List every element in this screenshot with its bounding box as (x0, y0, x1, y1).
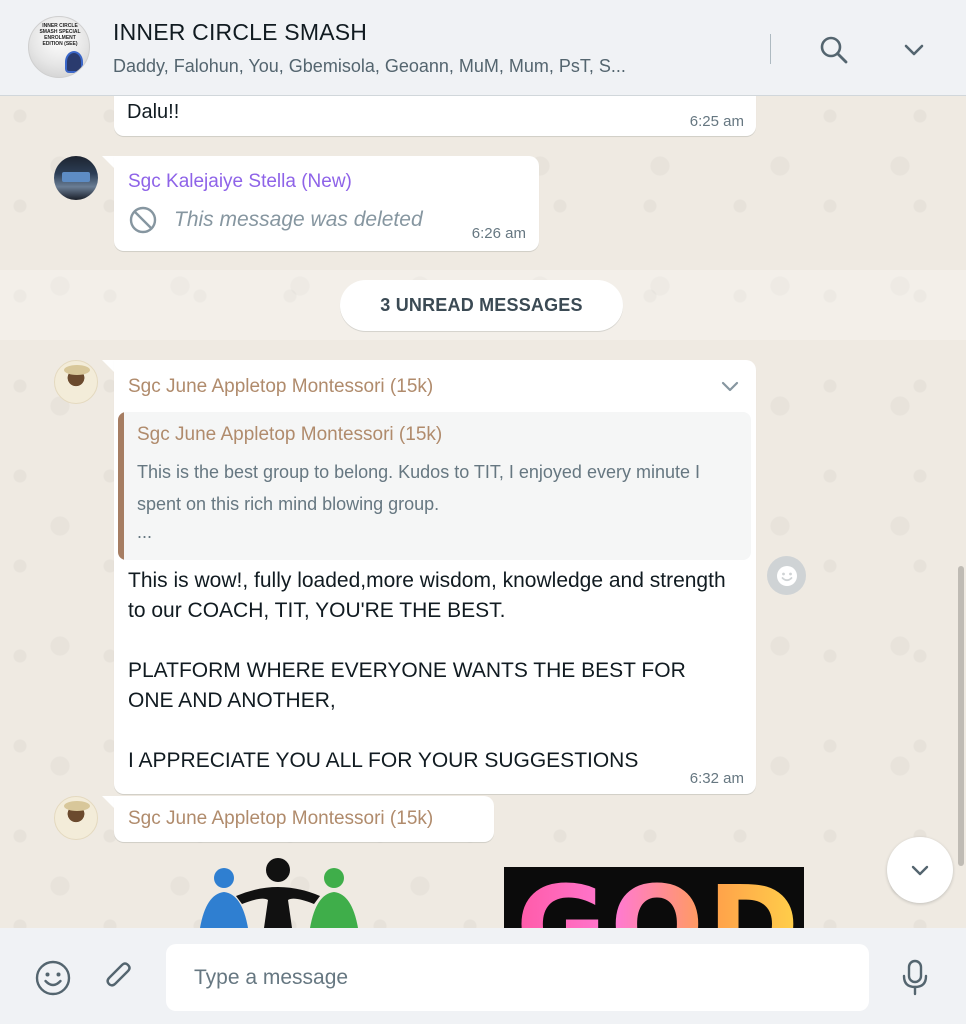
react-emoji-button[interactable] (767, 556, 806, 595)
sender-name[interactable]: Sgc Kalejaiye Stella (New) (128, 171, 352, 193)
quoted-ellipsis: ... (137, 522, 153, 542)
quoted-sender: Sgc June Appletop Montessori (15k) (137, 424, 443, 445)
search-icon[interactable] (818, 34, 850, 66)
quoted-message[interactable]: Sgc June Appletop Montessori (15k) This … (118, 412, 751, 560)
chevron-down-icon (911, 865, 929, 876)
image-thumbnail[interactable]: GOD (504, 867, 804, 928)
message-bubble[interactable]: Sgc June Appletop Montessori (15k) (114, 796, 494, 842)
deleted-message: This message was deleted (128, 205, 423, 235)
image-thumbnail[interactable] (196, 856, 360, 928)
sender-name[interactable]: Sgc June Appletop Montessori (15k) (128, 376, 433, 398)
sender-avatar[interactable] (54, 796, 98, 840)
deleted-text: This message was deleted (174, 208, 423, 231)
sender-avatar[interactable] (54, 156, 98, 200)
sender-avatar[interactable] (54, 360, 98, 404)
scrollbar[interactable] (958, 566, 964, 866)
microphone-icon[interactable] (898, 958, 932, 996)
quote-bar (118, 412, 124, 560)
chevron-down-icon[interactable] (900, 36, 928, 64)
blocked-icon (129, 206, 157, 234)
group-name[interactable]: INNER CIRCLE SMASH (113, 19, 367, 46)
message-time: 6:26 am (471, 225, 526, 242)
image-caption-text: GOD (516, 871, 803, 928)
message-time: 6:32 am (689, 770, 744, 787)
message-bubble[interactable]: Sgc June Appletop Montessori (15k) Sgc J… (114, 360, 756, 794)
message-bubble[interactable]: Dalu!! 6:25 am (114, 96, 756, 136)
header-divider (770, 34, 771, 64)
message-time: 6:25 am (689, 113, 744, 130)
group-avatar[interactable]: INNER CIRCLE SMASH SPECIAL ENROLMENT EDI… (28, 16, 90, 78)
chevron-down-icon[interactable] (718, 374, 742, 398)
chat-header: INNER CIRCLE SMASH SPECIAL ENROLMENT EDI… (0, 0, 966, 96)
message-text: Dalu!! (127, 101, 180, 123)
scroll-to-bottom-button[interactable] (887, 837, 953, 903)
emoji-icon (776, 565, 797, 586)
message-bubble-deleted[interactable]: Sgc Kalejaiye Stella (New) This message … (114, 156, 539, 251)
paperclip-icon[interactable] (100, 958, 138, 996)
group-avatar-text: INNER CIRCLE SMASH SPECIAL ENROLMENT EDI… (39, 23, 81, 47)
composer-bar (0, 928, 966, 1024)
unread-badge: 3 UNREAD MESSAGES (340, 280, 623, 331)
group-participants[interactable]: Daddy, Falohun, You, Gbemisola, Geoann, … (113, 56, 626, 77)
quoted-text: This is the best group to belong. Kudos … (137, 462, 700, 514)
message-list[interactable]: Dalu!! 6:25 am Sgc Kalejaiye Stella (New… (0, 96, 966, 928)
avatar-person (65, 51, 83, 73)
message-input[interactable] (166, 944, 869, 1011)
message-text: This is wow!, fully loaded,more wisdom, … (128, 569, 726, 772)
emoji-icon[interactable] (34, 959, 72, 997)
sender-name[interactable]: Sgc June Appletop Montessori (15k) (128, 808, 433, 830)
